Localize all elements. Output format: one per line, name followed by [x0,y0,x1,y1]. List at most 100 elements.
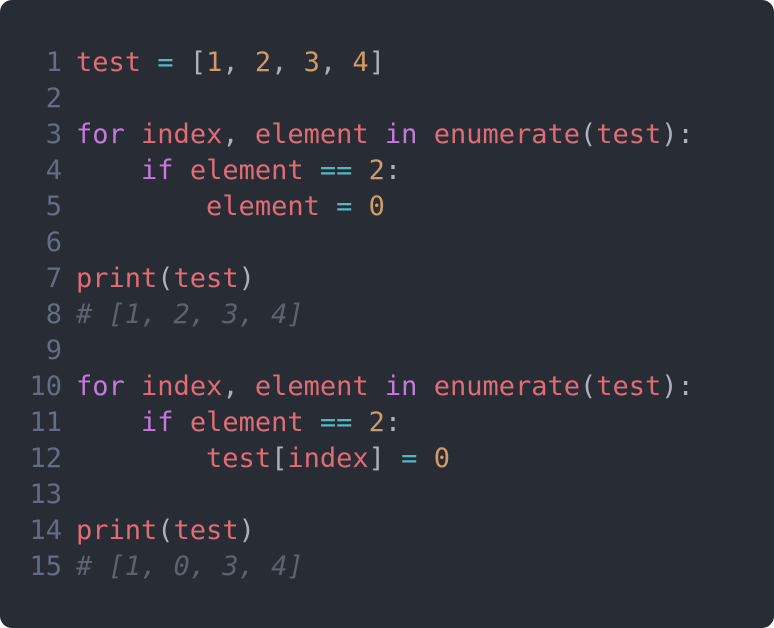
line-code: print(test) [76,513,774,549]
code-token: [ [173,47,207,78]
code-token: for [76,119,125,150]
code-token: ( [157,515,174,546]
code-token: element [189,407,304,438]
code-token: test [206,443,272,474]
code-token: element [206,191,320,222]
line-code: if element == 2: [76,153,774,189]
code-token: ( [157,263,174,294]
code-token: : [384,155,402,186]
code-token: # [1, 0, 3, 4] [76,551,304,582]
code-token: ): [661,119,694,150]
code-token: enumerate [433,119,580,150]
code-token: 2 [368,155,385,186]
code-token: = [401,443,418,474]
code-line[interactable]: 13 [0,477,774,513]
line-number: 9 [45,335,62,366]
code-editor[interactable]: 1 test = [1, 2, 3, 4] 2 3 for index, element… [0,0,774,628]
line-number: 5 [45,191,62,222]
code-token: element [189,155,304,186]
code-token: 2 [254,47,272,78]
code-line[interactable]: 14 print(test) [0,513,774,549]
code-token: ) [238,263,255,294]
code-token: 1 [206,47,223,78]
line-code: test[index] = 0 [76,441,774,477]
line-number: 3 [45,119,62,150]
line-code: for index, element in enumerate(test): [76,117,774,153]
code-token: test [76,47,142,78]
code-token: for [76,371,125,402]
line-code: # [1, 0, 3, 4] [76,549,774,585]
code-line[interactable]: 5 element = 0 [0,189,774,225]
code-token: , [222,47,255,78]
code-token: ] [368,47,385,78]
code-token: 0 [368,191,385,222]
code-token: , [319,47,353,78]
code-token: , [271,47,304,78]
code-token: = [157,47,174,78]
line-number: 8 [45,299,62,330]
code-token: 0 [433,443,450,474]
code-token: if [141,155,174,186]
code-token: print [76,515,158,546]
code-line[interactable]: 3 for index, element in enumerate(test): [0,117,774,153]
code-token: ) [238,515,255,546]
line-code: test = [1, 2, 3, 4] [76,45,774,81]
line-code: # [1, 2, 3, 4] [76,297,774,333]
code-line[interactable]: 10 for index, element in enumerate(test): [0,369,774,405]
code-token: 2 [368,407,385,438]
code-line[interactable]: 6 [0,225,774,261]
line-code: for index, element in enumerate(test): [76,369,774,405]
line-number: 1 [45,47,62,78]
code-line[interactable]: 11 if element == 2: [0,405,774,441]
line-number: 2 [45,83,62,114]
line-number: 12 [29,443,62,474]
code-token: [ [271,443,288,474]
line-number: 7 [45,263,62,294]
code-token: , [222,371,255,402]
line-number: 15 [29,551,62,582]
line-number: 4 [45,155,62,186]
code-line[interactable]: 1 test = [1, 2, 3, 4] [0,45,774,81]
code-token: # [1, 2, 3, 4] [76,299,304,330]
code-line[interactable]: 7 print(test) [0,261,774,297]
code-token: , [222,119,255,150]
code-line[interactable]: 2 [0,81,774,117]
code-token: ] [368,443,385,474]
code-line[interactable]: 9 [0,333,774,369]
code-token: print [76,263,158,294]
code-token: test [596,119,662,150]
code-token: element [254,119,369,150]
code-token: in [384,119,418,150]
code-token: ( [580,371,597,402]
line-number: 11 [29,407,62,438]
code-token: in [384,371,418,402]
line-number: 6 [45,227,62,258]
code-line[interactable]: 4 if element == 2: [0,153,774,189]
code-token: ): [661,371,694,402]
code-line[interactable]: 15 # [1, 0, 3, 4] [0,549,774,585]
line-number: 10 [29,371,62,402]
line-number: 13 [29,479,62,510]
code-line[interactable]: 12 test[index] = 0 [0,441,774,477]
code-line[interactable]: 8 # [1, 2, 3, 4] [0,297,774,333]
code-token: 3 [303,47,320,78]
